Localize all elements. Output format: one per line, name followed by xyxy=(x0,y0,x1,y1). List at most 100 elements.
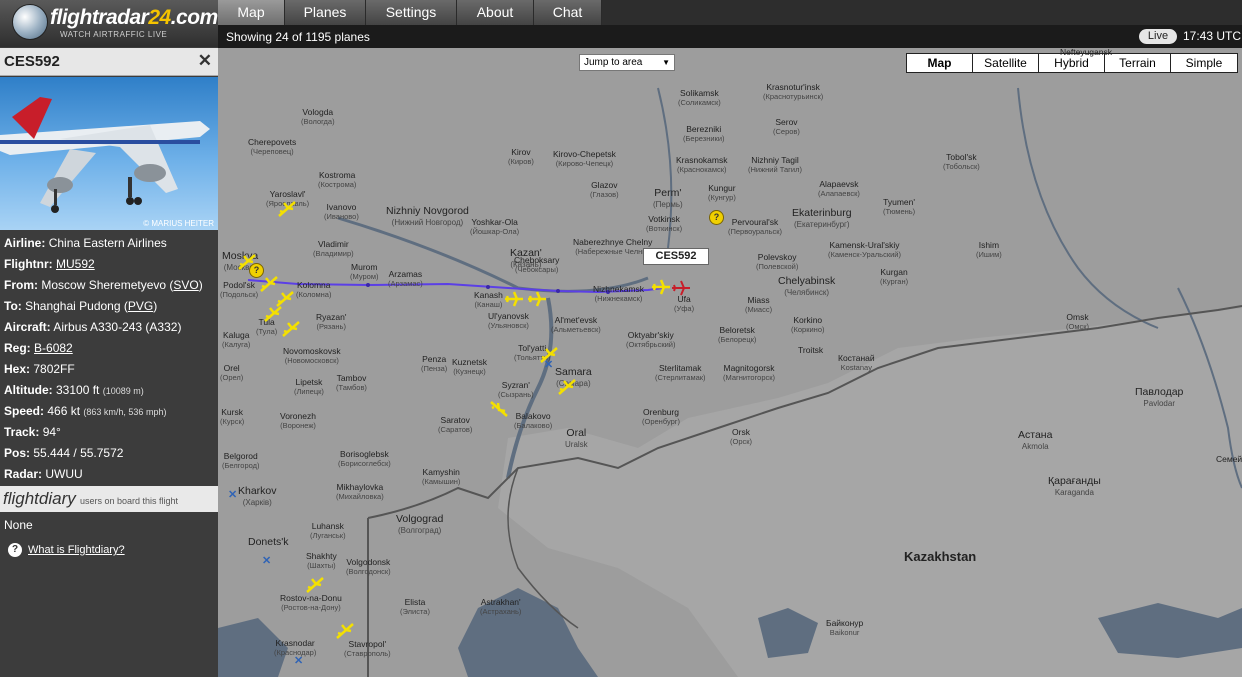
flightdiary-bar: flightdiary users on board this flight xyxy=(0,486,218,512)
airport-icon[interactable]: ✕ xyxy=(262,554,271,567)
selected-plane-icon[interactable] xyxy=(650,276,672,298)
sidebar: flightradar24.com WATCH AIRTRAFFIC LIVE … xyxy=(0,0,218,677)
plane-icon[interactable] xyxy=(503,288,525,310)
city-label: Polevskoy (Полевской) xyxy=(756,252,799,272)
map-type-map[interactable]: Map xyxy=(907,54,973,72)
city-label: Pervoural'sk (Первоуральск) xyxy=(728,217,783,237)
city-label: Kolomna (Коломна) xyxy=(296,280,332,300)
city-label: Al'met'evsk (Альметьевск) xyxy=(551,315,601,335)
plane-icon[interactable] xyxy=(276,198,298,220)
city-label: Stavropol' (Ставрополь) xyxy=(344,639,391,659)
city-label: Alapaevsk (Алапаевск) xyxy=(818,179,860,199)
map-type-terrain[interactable]: Terrain xyxy=(1105,54,1171,72)
brand-text: flightradar24.com xyxy=(50,6,218,29)
flightnr-link[interactable]: MU592 xyxy=(56,257,95,271)
selected-flight-label[interactable]: CES592 xyxy=(643,248,709,265)
plane-icon[interactable] xyxy=(334,620,356,642)
airport-icon[interactable]: ✕ xyxy=(544,358,553,371)
city-label: Orenburg (Оренбург) xyxy=(642,407,681,427)
close-icon[interactable]: ✕ xyxy=(198,51,212,71)
city-label: Ivanovo (Иваново) xyxy=(324,202,359,222)
city-label: Vologda (Вологда) xyxy=(301,107,335,127)
reg-link[interactable]: B-6082 xyxy=(34,341,73,355)
main-nav: Map Planes Settings About Chat xyxy=(218,0,1242,25)
what-is-flightdiary-link[interactable]: ? What is Flightdiary? xyxy=(8,543,125,557)
city-label: Ishim (Ишим) xyxy=(976,240,1002,260)
city-label: Қарағанды Karaganda xyxy=(1048,475,1101,498)
flightdiary-text: users on board this flight xyxy=(80,496,179,506)
city-label: Podol'sk (Подольск) xyxy=(220,280,259,300)
info-pos: Pos: 55.444 / 55.7572 xyxy=(4,446,124,460)
tab-chat[interactable]: Chat xyxy=(534,0,602,25)
plane-icon[interactable] xyxy=(488,398,510,420)
info-radar: Radar: UWUU xyxy=(4,467,83,481)
plane-icon[interactable] xyxy=(526,288,548,310)
brand-tagline: WATCH AIRTRAFFIC LIVE xyxy=(60,30,168,39)
airport-icon[interactable]: ✕ xyxy=(294,654,303,667)
map-canvas[interactable]: Jump to area ▼ Map Satellite Hybrid Terra… xyxy=(218,48,1242,677)
tab-map[interactable]: Map xyxy=(218,0,285,25)
info-marker-icon[interactable]: ? xyxy=(249,263,264,278)
city-label: Troitsk xyxy=(798,345,824,355)
site-logo[interactable]: flightradar24.com WATCH AIRTRAFFIC LIVE xyxy=(0,0,218,47)
city-label: Chelyabinsk (Челябинск) xyxy=(778,275,836,298)
info-marker-icon[interactable]: ? xyxy=(709,210,724,225)
status-bar: Showing 24 of 1195 planes Live 17:43 UTC xyxy=(218,25,1242,48)
city-label: Arzamas (Арзамас) xyxy=(388,269,423,289)
city-label: Ul'yanovsk (Ульяновск) xyxy=(488,311,529,331)
info-speed: Speed: 466 kt (863 km/h, 536 mph) xyxy=(4,404,167,418)
tab-settings[interactable]: Settings xyxy=(366,0,457,25)
city-label: Nizhniy Novgorod (Нижний Новгород) xyxy=(386,205,469,228)
city-label: Cheboksary (Чебоксары) xyxy=(514,255,560,275)
city-label: Tobol'sk (Тобольск) xyxy=(943,152,980,172)
city-label: Oral Uralsk xyxy=(565,427,588,450)
flightdiary-logo: flightdiary xyxy=(3,489,76,508)
destination-airport-icon[interactable] xyxy=(670,277,692,299)
jump-to-area-select[interactable]: Jump to area ▼ xyxy=(579,54,675,71)
city-label: Kaluga (Калуга) xyxy=(222,330,251,350)
country-label: Kazakhstan xyxy=(904,549,977,564)
plane-icon[interactable] xyxy=(280,318,302,340)
city-label: Mikhaylovka (Михайловка) xyxy=(336,482,384,502)
city-label: Astrakhan' (Астрахань) xyxy=(480,597,522,617)
live-button[interactable]: Live xyxy=(1139,29,1177,44)
city-label: Oktyabr'skiy (Октябрьский) xyxy=(626,330,676,350)
city-label: Tambov (Тамбов) xyxy=(336,373,367,393)
plane-icon[interactable] xyxy=(304,574,326,596)
city-label: Borisoglebsk (Борисоглебск) xyxy=(338,449,391,469)
city-label: Donets'k xyxy=(248,536,289,548)
city-label: Семей xyxy=(1216,454,1242,464)
city-label: Solikamsk (Соликамск) xyxy=(678,88,721,108)
city-label: Orsk (Орск) xyxy=(730,427,753,447)
flight-header: CES592 ✕ xyxy=(0,48,218,76)
to-airport-link[interactable]: PVG xyxy=(128,299,153,313)
map-type-satellite[interactable]: Satellite xyxy=(973,54,1039,72)
tab-planes[interactable]: Planes xyxy=(285,0,366,25)
city-label: Murom (Муром) xyxy=(350,262,379,282)
aircraft-photo: © MARIUS HEITER xyxy=(0,77,218,230)
info-to: To: Shanghai Pudong (PVG) xyxy=(4,299,158,313)
city-label: Байконур Baikonur xyxy=(826,618,864,638)
city-label: Miass (Миасс) xyxy=(745,295,773,315)
info-track: Track: 94° xyxy=(4,425,61,439)
info-aircraft: Aircraft: Airbus A330-243 (A332) xyxy=(4,320,182,334)
city-label: Berezniki (Березники) xyxy=(683,124,725,144)
city-label: Elista (Элиста) xyxy=(400,597,430,617)
city-label: Glazov (Глазов) xyxy=(590,180,619,200)
city-label: Votkinsk (Воткинск) xyxy=(646,214,683,234)
city-label: Beloretsk (Белорецк) xyxy=(718,325,757,345)
city-label: Астана Akmola xyxy=(1018,429,1053,452)
tab-about[interactable]: About xyxy=(457,0,534,25)
city-label: Костанай Kostanay xyxy=(838,353,875,373)
city-label: Voronezh (Воронеж) xyxy=(280,411,316,431)
flight-info: Airline: China Eastern Airlines Flightnr… xyxy=(0,233,218,485)
city-label: Nizhniy Tagil (Нижний Тагил) xyxy=(748,155,802,175)
from-airport-link[interactable]: SVO xyxy=(173,278,198,292)
airport-icon[interactable]: ✕ xyxy=(228,488,237,501)
plane-icon[interactable] xyxy=(556,376,578,398)
city-label: Balakovo (Балаково) xyxy=(514,411,553,431)
map-type-simple[interactable]: Simple xyxy=(1171,54,1237,72)
city-label: Shakhty (Шахты) xyxy=(306,551,337,571)
city-label: Ekaterinburg (Екатеринбург) xyxy=(792,207,852,230)
city-label: Volgograd (Волгоград) xyxy=(396,513,444,536)
